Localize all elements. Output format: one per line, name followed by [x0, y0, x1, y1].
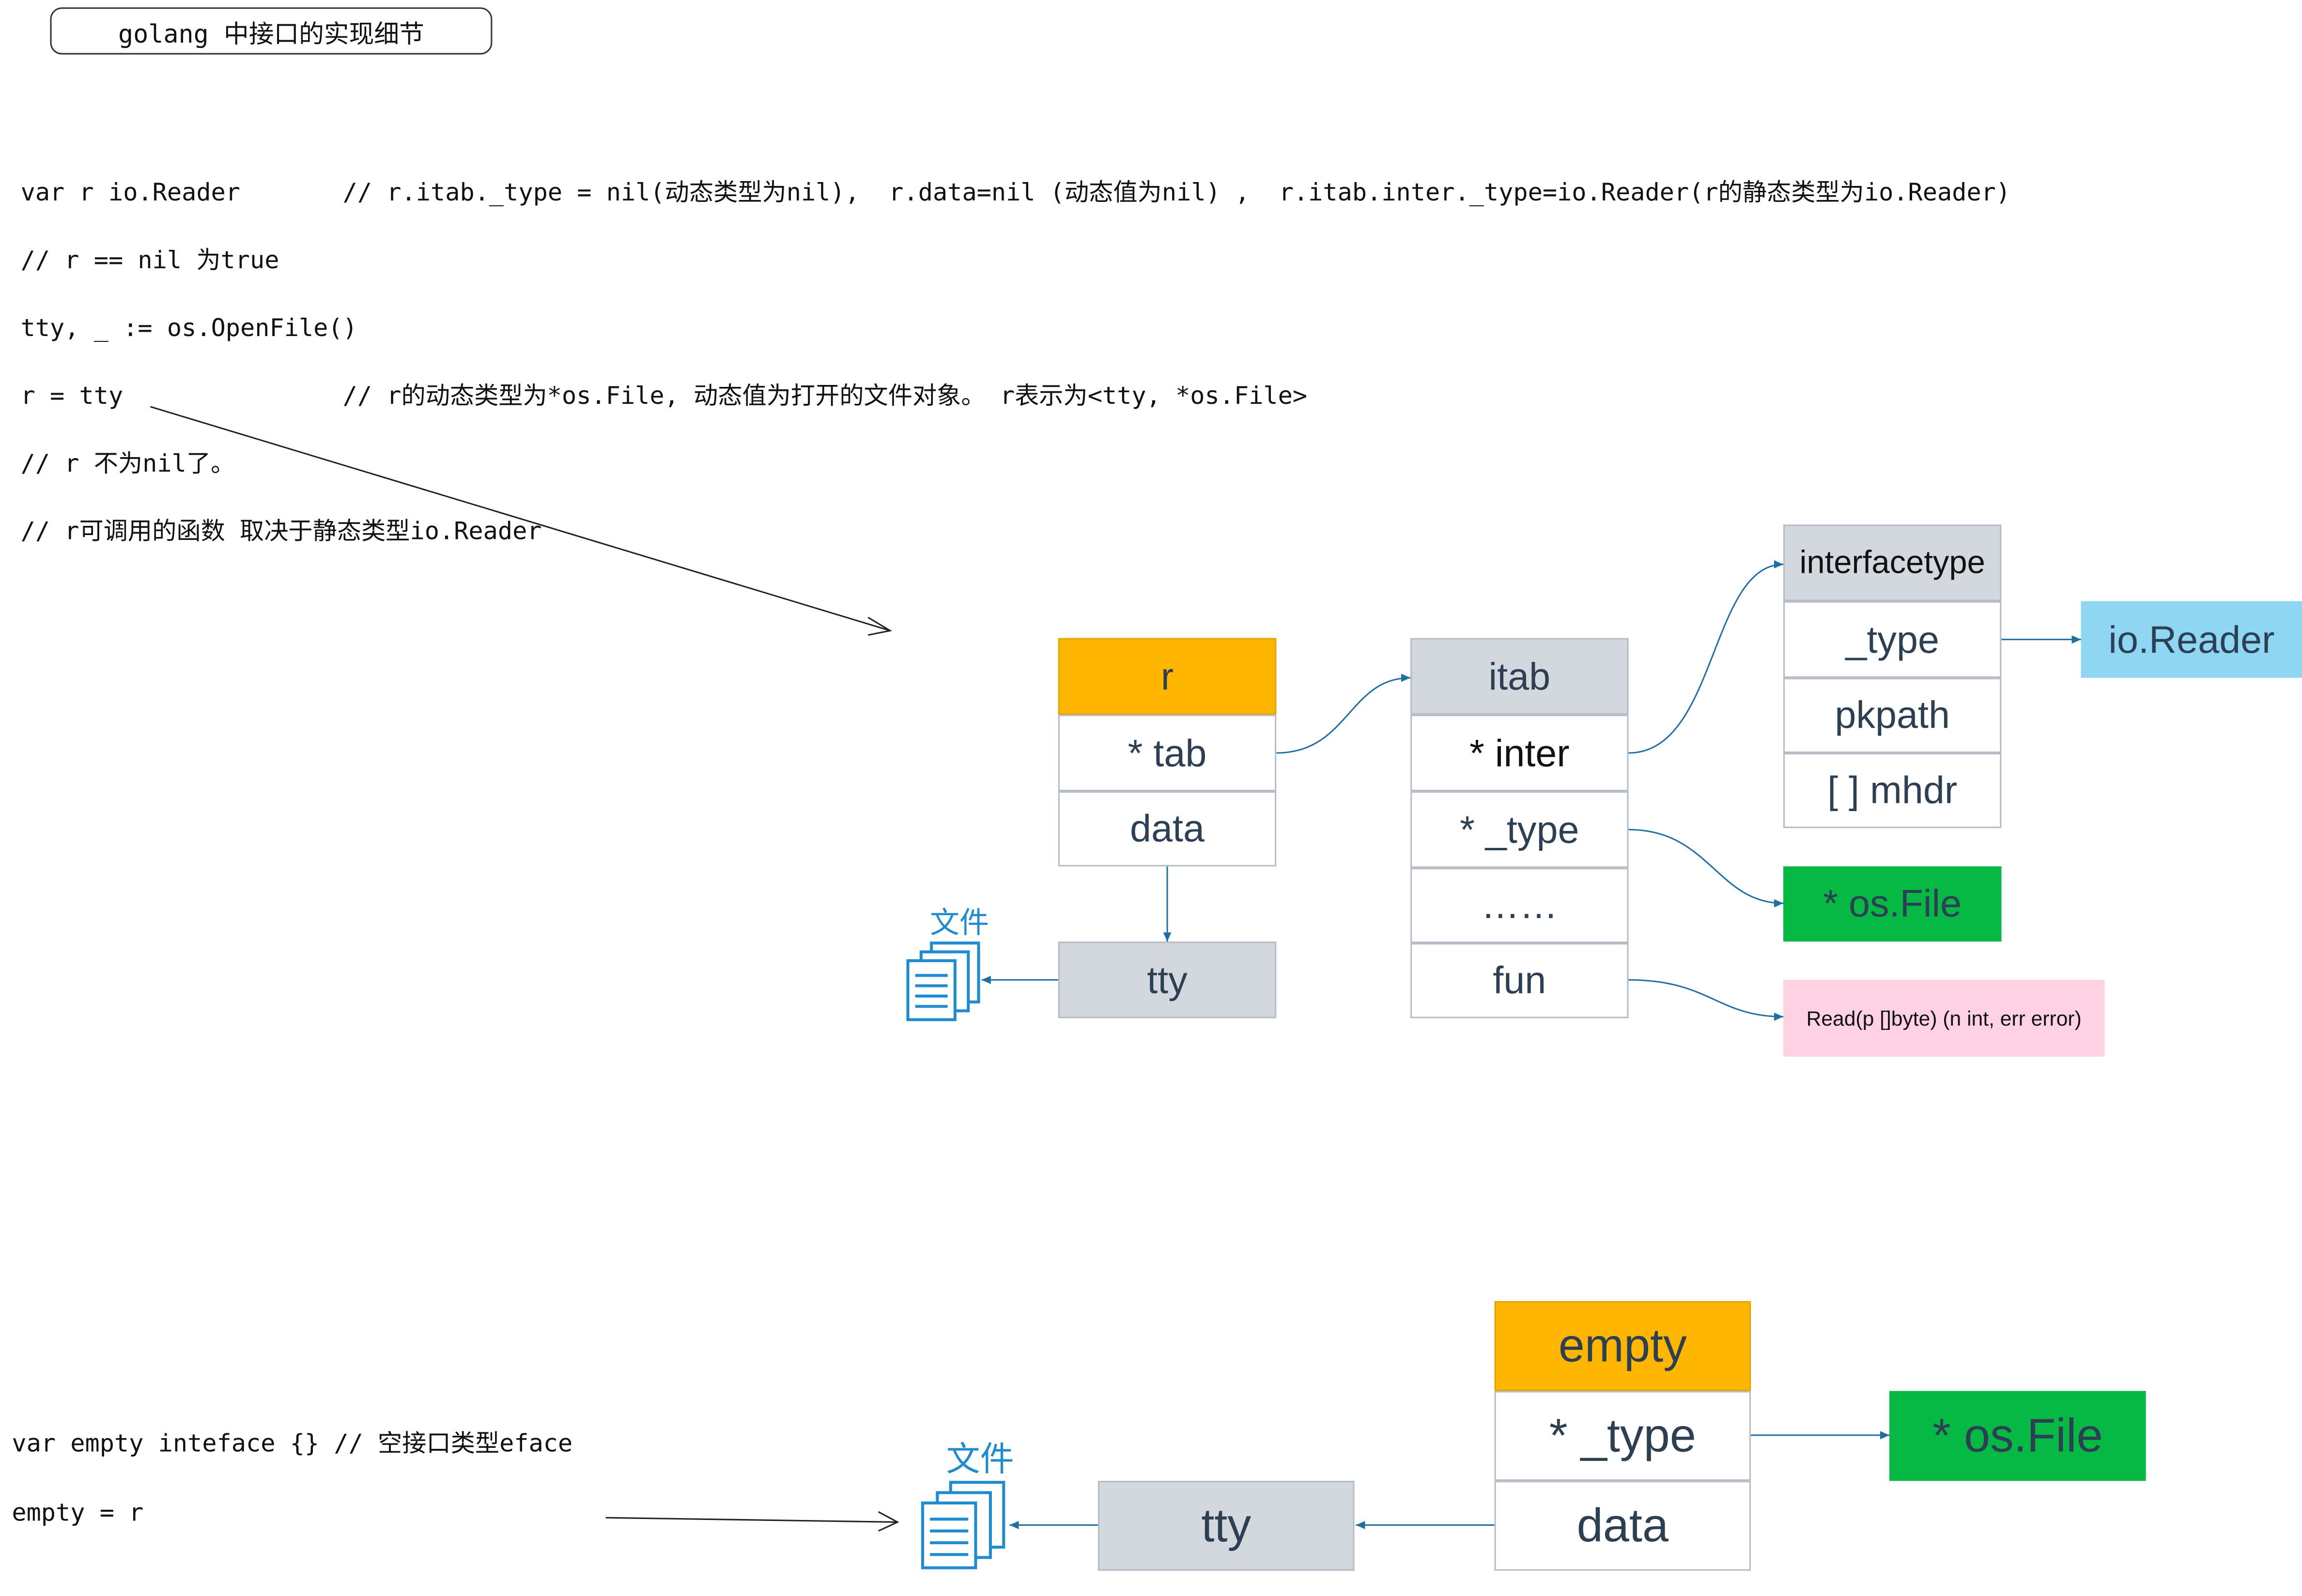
eface-tty-node: tty — [1098, 1481, 1355, 1571]
inter-to-interfacetype-connector — [1628, 560, 1784, 754]
interfacetype-field-pkpath: pkpath — [1783, 677, 2002, 753]
type-to-osfile-connector — [1628, 829, 1784, 907]
itab-field-ellipsis: …… — [1410, 868, 1629, 943]
io-reader-node: io.Reader — [2081, 601, 2302, 678]
fun-to-read-connector — [1628, 979, 1784, 1021]
tab-to-itab-connector — [1276, 674, 1411, 754]
interfacetype-field-mhdr: [ ] mhdr — [1783, 752, 2002, 829]
assignment-arrow-head — [867, 616, 893, 636]
file-label: 文件 — [946, 1441, 1014, 1480]
iface-field-data: data — [1058, 791, 1277, 867]
itab-header: itab — [1410, 638, 1629, 715]
eface-os-file-node: * os.File — [1889, 1391, 2146, 1481]
interfacetype-header: interfacetype — [1783, 524, 2002, 601]
iface-field-tab: * tab — [1058, 714, 1277, 792]
tty-node: tty — [1058, 941, 1277, 1018]
itab-field-fun: fun — [1410, 943, 1629, 1018]
itab-field-type: * _type — [1410, 791, 1629, 868]
itab-field-inter: * inter — [1410, 714, 1629, 792]
eface-field-data: data — [1494, 1481, 1751, 1571]
eface-header-empty: empty — [1494, 1301, 1751, 1391]
read-func-node: Read(p []byte) (n int, err error) — [1783, 980, 2105, 1057]
file-stack-icon — [906, 941, 980, 1021]
file-stack-icon — [921, 1481, 1005, 1569]
empty-assignment-arrow — [605, 1517, 898, 1523]
os-file-node: * os.File — [1783, 866, 2002, 942]
iface-header-r: r — [1058, 638, 1277, 715]
interfacetype-field-type: _type — [1783, 601, 2002, 678]
eface-field-type: * _type — [1494, 1391, 1751, 1481]
assignment-arrow — [150, 406, 891, 631]
file-label: 文件 — [930, 905, 989, 940]
